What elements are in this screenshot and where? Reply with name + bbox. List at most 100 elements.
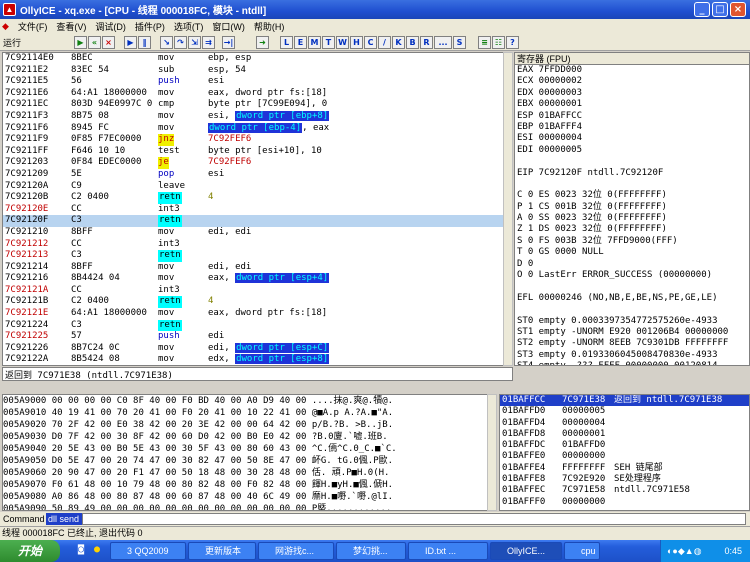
disasm-scrollbar[interactable] (503, 52, 513, 366)
tool-l-button[interactable]: L (280, 36, 293, 49)
disasm-row[interactable]: 7C92120B C2 0400 retn 4 (3, 192, 512, 204)
quicklaunch-icon[interactable]: ◙ (78, 544, 84, 555)
tool-slash-button[interactable]: / (378, 36, 391, 49)
disasm-row[interactable]: 7C9211F9 0F85 F7EC0000 jnz 7C92FEF6 (3, 134, 512, 146)
goto-icon[interactable]: ➜ (256, 36, 269, 49)
stack-row[interactable]: 01BAFFEC 7C971E58 ntdll.7C971E58 (500, 485, 749, 496)
task-cpu[interactable]: cpu (564, 542, 600, 560)
options-icon[interactable]: ☷ (492, 36, 505, 49)
tool-k-button[interactable]: K (392, 36, 405, 49)
register-line[interactable] (515, 281, 749, 292)
dump-row[interactable]: 005A9040 20 5E 43 00 B0 5E 43 00 30 5F 4… (3, 443, 496, 455)
stack-row[interactable]: 01BAFFE4 FFFFFFFF SEH 链尾部 (500, 463, 749, 474)
register-line[interactable]: EDI 00000005 (515, 145, 749, 156)
start-button[interactable]: 开始 (0, 540, 60, 562)
stack-row[interactable]: 01BAFFCC 7C971E38 返回到 ntdll.7C971E38 (500, 395, 749, 407)
close-process-icon[interactable]: × (102, 36, 115, 49)
pause-icon[interactable]: ‖ (138, 36, 151, 49)
register-line[interactable]: ESP 01BAFFCC (515, 111, 749, 122)
dump-row[interactable]: 005A9010 40 19 41 00 70 20 41 00 F0 20 4… (3, 407, 496, 419)
disasm-row[interactable]: 7C92121E 64:A1 18000000 mov eax, dword ptr … (3, 308, 512, 320)
maximize-button[interactable]: □ (712, 2, 728, 17)
list-icon[interactable]: ≡ (478, 36, 491, 49)
register-line[interactable]: EDX 00000003 (515, 88, 749, 99)
register-line[interactable]: ST4 empty -??? FFFF 00000000 00120814 (515, 361, 749, 365)
menu-plugins[interactable]: 插件(P) (135, 20, 165, 33)
disasm-row[interactable]: 7C921224 C3 retn (3, 319, 512, 332)
trace-into-icon[interactable]: ⇲ (188, 36, 201, 49)
disasm-row[interactable]: 7C9211FF F646 10 10 test byte ptr [esi+10],… (3, 146, 512, 158)
register-line[interactable] (515, 179, 749, 190)
disasm-row[interactable]: 7C9211E5 56 push esi (3, 76, 512, 88)
register-line[interactable]: ST3 empty 0.0193306045008470830e-4933 (515, 350, 749, 361)
tool-s-button[interactable]: S (453, 36, 466, 49)
task-game[interactable]: 网游找c... (258, 542, 334, 560)
register-line[interactable]: P 1 CS 001B 32位 0(FFFFFFFF) (515, 202, 749, 213)
disasm-row[interactable]: 7C921226 8B7C24 0C mov edi, dword ptr [esp+… (3, 342, 512, 355)
menu-debug[interactable]: 调试(D) (95, 20, 126, 33)
help-icon[interactable]: ? (506, 36, 519, 49)
disassembly-pane[interactable]: 7C92114E0 8BEC mov ebp, esp 7C9211E2 83EC 54 s… (2, 52, 513, 366)
stack-row[interactable]: 01BAFFD0 00000005 (500, 406, 749, 417)
quicklaunch-qq-icon[interactable]: ● (94, 544, 100, 555)
disasm-row[interactable]: 7C921212 CC int3 (3, 239, 512, 251)
tool-b-button[interactable]: B (406, 36, 419, 49)
disasm-row[interactable]: 7C921213 C3 retn (3, 250, 512, 262)
execute-till-return-icon[interactable]: →| (222, 36, 235, 49)
stack-row[interactable]: 01BAFFD4 00000004 (500, 418, 749, 429)
disasm-row[interactable]: 7C921210 8BFF mov edi, edi (3, 227, 512, 239)
disasm-row[interactable]: 7C9211F3 8B75 08 mov esi, dword ptr [ebp+8] (3, 110, 512, 123)
registers-pane[interactable]: 寄存器 (FPU) EAX 7FFDD000 ECX 00000002 EDX 00… (514, 52, 750, 366)
disasm-row[interactable]: 7C9211E2 83EC 54 sub esp, 54 (3, 65, 512, 77)
dump-row[interactable]: 005A9050 D0 5E 47 00 20 74 47 00 30 82 4… (3, 455, 496, 467)
disasm-row[interactable]: 7C921225 57 push edi (3, 331, 512, 343)
step-over-icon[interactable]: ↷ (174, 36, 187, 49)
stack-pane[interactable]: 01BAFFCC 7C971E38 返回到 ntdll.7C971E38 01BAFF… (499, 394, 750, 511)
command-input[interactable]: dll send (46, 513, 82, 525)
command-input-field[interactable] (82, 513, 746, 525)
run-icon[interactable]: ▶ (124, 36, 137, 49)
dump-row[interactable]: 005A9020 70 2F 42 00 E0 38 42 00 20 3E 4… (3, 419, 496, 431)
tool-t-button[interactable]: T (322, 36, 335, 49)
disasm-row[interactable]: 7C92121B C2 0400 retn 4 (3, 296, 512, 309)
dump-row[interactable]: 005A9090 50 89 49 00 00 00 00 00 00 00 0… (3, 503, 496, 510)
register-line[interactable]: EAX 7FFDD000 (515, 65, 749, 76)
task-ollyice[interactable]: OllyICE... (490, 542, 562, 560)
tool-r-button[interactable]: R (420, 36, 433, 49)
register-line[interactable]: A 0 SS 0023 32位 0(FFFFFFFF) (515, 213, 749, 224)
register-line[interactable]: O 0 LastErr ERROR_SUCCESS (00000000) (515, 270, 749, 281)
menu-window[interactable]: 窗口(W) (212, 20, 245, 33)
disasm-row[interactable]: 7C92120E CC int3 (3, 204, 512, 216)
tool-e-button[interactable]: E (294, 36, 307, 49)
open-icon[interactable]: ▶ (74, 36, 87, 49)
disasm-row[interactable]: 7C921209 5E pop esi (3, 169, 512, 181)
task-dream[interactable]: 梦幻挑... (336, 542, 406, 560)
step-into-icon[interactable]: ↘ (160, 36, 173, 49)
pane-splitter[interactable] (2, 382, 513, 393)
stack-row[interactable]: 01BAFFD8 00000001 (500, 429, 749, 440)
register-line[interactable]: ST0 empty 0.0003397354772575260e-4933 (515, 316, 749, 327)
trace-over-icon[interactable]: ⇉ (202, 36, 215, 49)
task-idtxt[interactable]: ID.txt ... (408, 542, 488, 560)
register-line[interactable]: ST2 empty -UNORM 8EEB 7C9301DB FFFFFFFF (515, 338, 749, 349)
register-line[interactable]: S 0 FS 003B 32位 7FFD9000(FFF) (515, 236, 749, 247)
tool-w-button[interactable]: W (336, 36, 349, 49)
dump-row[interactable]: 005A9060 20 90 47 00 20 F1 47 00 50 18 4… (3, 467, 496, 479)
disasm-row[interactable]: 7C9211EC 803D 94E0997C 0 cmp byte ptr [7C99… (3, 99, 512, 111)
register-line[interactable]: T 0 GS 0000 NULL (515, 247, 749, 258)
close-button[interactable]: × (730, 2, 746, 17)
minimize-button[interactable]: _ (694, 2, 710, 17)
register-line[interactable]: D 0 (515, 259, 749, 270)
disasm-row[interactable]: 7C92120A C9 leave (3, 181, 512, 193)
task-qq[interactable]: 3 QQ2009 (110, 542, 186, 560)
register-line[interactable]: EFL 00000246 (NO,NB,E,BE,NS,PE,GE,LE) (515, 293, 749, 304)
disasm-row[interactable]: 7C921214 8BFF mov edi, edi (3, 262, 512, 274)
register-line[interactable]: ECX 00000002 (515, 76, 749, 87)
register-line[interactable] (515, 156, 749, 167)
stack-row[interactable]: 01BAFFE8 7C92E920 SE处理程序 (500, 474, 749, 485)
dump-scrollbar[interactable] (487, 394, 497, 511)
dump-row[interactable]: 005A9000 00 00 00 00 C0 8F 40 00 F0 BD 4… (3, 395, 496, 407)
dump-row[interactable]: 005A9030 D0 7F 42 00 30 8F 42 00 60 D0 4… (3, 431, 496, 443)
menu-options[interactable]: 选项(T) (174, 20, 204, 33)
disasm-row[interactable]: 7C9211F6 8945 FC mov dword ptr [ebp-4], eax (3, 122, 512, 135)
